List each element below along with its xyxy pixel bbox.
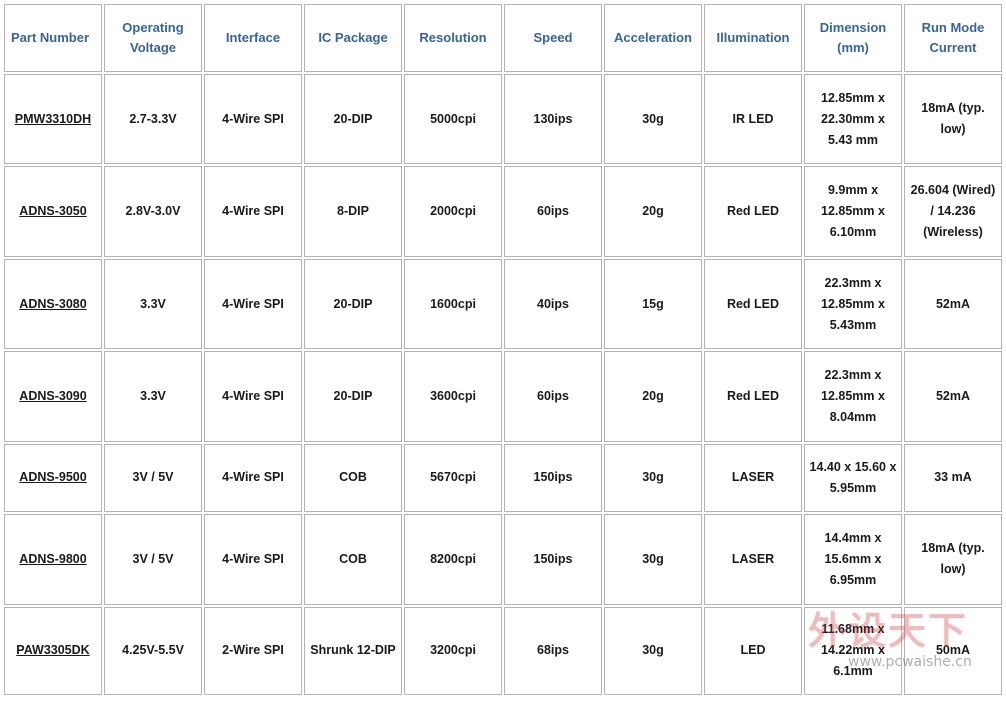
illumination-cell: IR LED	[704, 74, 802, 165]
speed-cell: 60ips	[504, 166, 602, 257]
part-number-cell: ADNS-9800	[4, 514, 102, 605]
header-interface: Interface	[204, 4, 302, 72]
current-cell: 33 mA	[904, 443, 1002, 513]
dimension-cell: 12.85mm x 22.30mm x 5.43 mm	[804, 74, 902, 165]
interface-cell: 4-Wire SPI	[204, 74, 302, 165]
interface-cell: 4-Wire SPI	[204, 166, 302, 257]
acceleration-cell: 15g	[604, 258, 702, 350]
part-number-link[interactable]: ADNS-3050	[19, 204, 86, 218]
interface-cell: 4-Wire SPI	[204, 351, 302, 442]
part-number-link[interactable]: ADNS-9500	[19, 470, 86, 484]
speed-cell: 130ips	[504, 74, 602, 165]
illumination-cell: Red LED	[704, 166, 802, 257]
package-cell: COB	[304, 443, 402, 513]
speed-cell: 60ips	[504, 351, 602, 442]
resolution-cell: 5000cpi	[404, 74, 502, 165]
interface-cell: 4-Wire SPI	[204, 258, 302, 350]
part-number-cell: PAW3305DK	[4, 606, 102, 695]
dimension-cell: 22.3mm x 12.85mm x 5.43mm	[804, 258, 902, 350]
table-row: ADNS-9500 3V / 5V 4-Wire SPI COB 5670cpi…	[4, 443, 1002, 513]
part-number-cell: PMW3310DH	[4, 74, 102, 165]
table-row: PMW3310DH 2.7-3.3V 4-Wire SPI 20-DIP 500…	[4, 74, 1002, 165]
dimension-cell: 14.40 x 15.60 x 5.95mm	[804, 443, 902, 513]
package-cell: COB	[304, 514, 402, 605]
table-body: PMW3310DH 2.7-3.3V 4-Wire SPI 20-DIP 500…	[4, 74, 1002, 695]
voltage-cell: 3V / 5V	[104, 514, 202, 605]
table-row: PAW3305DK 4.25V-5.5V 2-Wire SPI Shrunk 1…	[4, 606, 1002, 695]
page: Part Number Operating Voltage Interface …	[0, 0, 1006, 701]
interface-cell: 4-Wire SPI	[204, 443, 302, 513]
part-number-link[interactable]: ADNS-3090	[19, 389, 86, 403]
header-row: Part Number Operating Voltage Interface …	[4, 4, 1002, 72]
resolution-cell: 2000cpi	[404, 166, 502, 257]
header-resolution: Resolution	[404, 4, 502, 72]
table-row: ADNS-3080 3.3V 4-Wire SPI 20-DIP 1600cpi…	[4, 258, 1002, 350]
resolution-cell: 3600cpi	[404, 351, 502, 442]
resolution-cell: 3200cpi	[404, 606, 502, 695]
current-cell: 50mA	[904, 606, 1002, 695]
package-cell: 20-DIP	[304, 74, 402, 165]
dimension-cell: 14.4mm x 15.6mm x 6.95mm	[804, 514, 902, 605]
header-operating-voltage: Operating Voltage	[104, 4, 202, 72]
voltage-cell: 2.8V-3.0V	[104, 166, 202, 257]
package-cell: 8-DIP	[304, 166, 402, 257]
part-number-cell: ADNS-3050	[4, 166, 102, 257]
resolution-cell: 1600cpi	[404, 258, 502, 350]
current-cell: 52mA	[904, 351, 1002, 442]
part-number-cell: ADNS-3080	[4, 258, 102, 350]
speed-cell: 150ips	[504, 514, 602, 605]
acceleration-cell: 30g	[604, 606, 702, 695]
acceleration-cell: 20g	[604, 351, 702, 442]
acceleration-cell: 30g	[604, 514, 702, 605]
header-run-mode-current: Run Mode Current	[904, 4, 1002, 72]
current-cell: 52mA	[904, 258, 1002, 350]
resolution-cell: 8200cpi	[404, 514, 502, 605]
current-cell: 18mA (typ. low)	[904, 74, 1002, 165]
dimension-cell: 9.9mm x 12.85mm x 6.10mm	[804, 166, 902, 257]
illumination-cell: Red LED	[704, 258, 802, 350]
acceleration-cell: 30g	[604, 443, 702, 513]
speed-cell: 150ips	[504, 443, 602, 513]
voltage-cell: 3V / 5V	[104, 443, 202, 513]
header-acceleration: Acceleration	[604, 4, 702, 72]
header-part-number: Part Number	[4, 4, 102, 72]
table-row: ADNS-3090 3.3V 4-Wire SPI 20-DIP 3600cpi…	[4, 351, 1002, 442]
package-cell: Shrunk 12-DIP	[304, 606, 402, 695]
part-number-link[interactable]: PMW3310DH	[15, 112, 91, 126]
illumination-cell: LASER	[704, 443, 802, 513]
dimension-cell: 11.68mm x 14.22mm x 6.1mm	[804, 606, 902, 695]
interface-cell: 4-Wire SPI	[204, 514, 302, 605]
header-illumination: Illumination	[704, 4, 802, 72]
voltage-cell: 4.25V-5.5V	[104, 606, 202, 695]
table-row: ADNS-3050 2.8V-3.0V 4-Wire SPI 8-DIP 200…	[4, 166, 1002, 257]
illumination-cell: LASER	[704, 514, 802, 605]
illumination-cell: LED	[704, 606, 802, 695]
sensor-spec-table: Part Number Operating Voltage Interface …	[2, 2, 1004, 697]
acceleration-cell: 20g	[604, 166, 702, 257]
part-number-link[interactable]: ADNS-9800	[19, 552, 86, 566]
header-speed: Speed	[504, 4, 602, 72]
part-number-link[interactable]: ADNS-3080	[19, 297, 86, 311]
illumination-cell: Red LED	[704, 351, 802, 442]
voltage-cell: 3.3V	[104, 258, 202, 350]
part-number-cell: ADNS-9500	[4, 443, 102, 513]
dimension-cell: 22.3mm x 12.85mm x 8.04mm	[804, 351, 902, 442]
current-cell: 26.604 (Wired) / 14.236 (Wireless)	[904, 166, 1002, 257]
header-dimension: Dimension (mm)	[804, 4, 902, 72]
voltage-cell: 3.3V	[104, 351, 202, 442]
speed-cell: 68ips	[504, 606, 602, 695]
part-number-link[interactable]: PAW3305DK	[16, 643, 89, 657]
package-cell: 20-DIP	[304, 258, 402, 350]
resolution-cell: 5670cpi	[404, 443, 502, 513]
part-number-cell: ADNS-3090	[4, 351, 102, 442]
header-ic-package: IC Package	[304, 4, 402, 72]
interface-cell: 2-Wire SPI	[204, 606, 302, 695]
table-row: ADNS-9800 3V / 5V 4-Wire SPI COB 8200cpi…	[4, 514, 1002, 605]
package-cell: 20-DIP	[304, 351, 402, 442]
acceleration-cell: 30g	[604, 74, 702, 165]
current-cell: 18mA (typ. low)	[904, 514, 1002, 605]
speed-cell: 40ips	[504, 258, 602, 350]
voltage-cell: 2.7-3.3V	[104, 74, 202, 165]
